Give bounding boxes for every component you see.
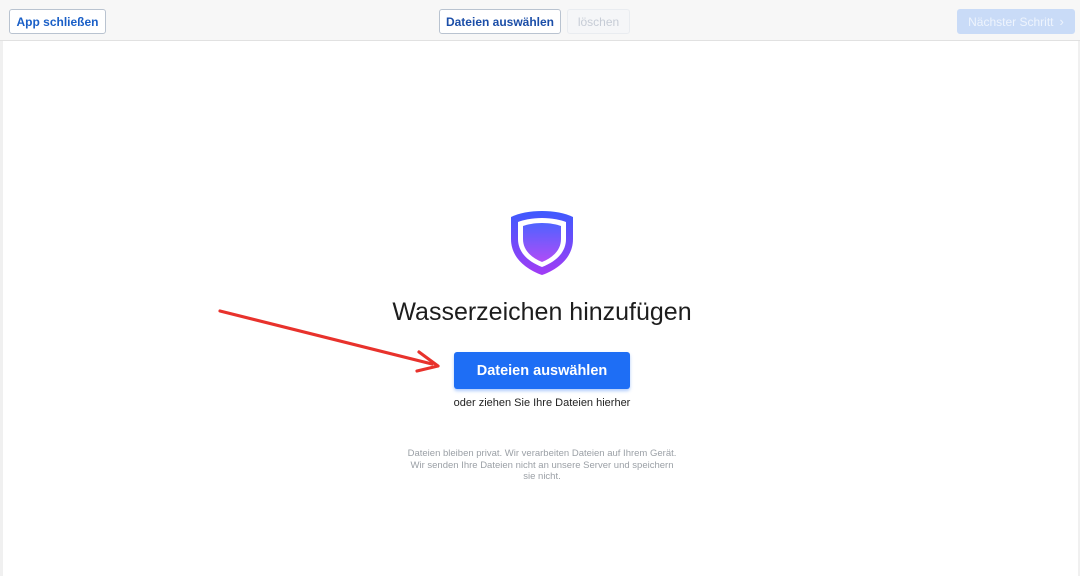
next-step-button[interactable]: Nächster Schritt › [957, 9, 1075, 34]
next-step-label: Nächster Schritt [968, 14, 1054, 29]
privacy-line: sie nicht. [523, 471, 561, 482]
shield-icon [511, 211, 573, 275]
left-edge [0, 41, 3, 576]
chevron-right-icon: › [1059, 14, 1064, 29]
annotation-arrow-icon [218, 309, 440, 373]
select-files-toolbar-button[interactable]: Dateien auswählen [439, 9, 561, 34]
privacy-line: Dateien bleiben privat. Wir verarbeiten … [407, 448, 677, 459]
delete-button[interactable]: löschen [567, 9, 630, 34]
privacy-line: Wir senden Ihre Dateien nicht an unsere … [410, 459, 674, 471]
select-files-button[interactable]: Dateien auswählen [454, 352, 630, 389]
close-app-button[interactable]: App schließen [9, 9, 106, 34]
drop-hint-text: oder ziehen Sie Ihre Dateien hierher [453, 397, 631, 409]
top-toolbar: App schließen Dateien auswählen löschen … [0, 0, 1080, 41]
privacy-notice: Dateien bleiben privat. Wir verarbeiten … [392, 448, 692, 483]
